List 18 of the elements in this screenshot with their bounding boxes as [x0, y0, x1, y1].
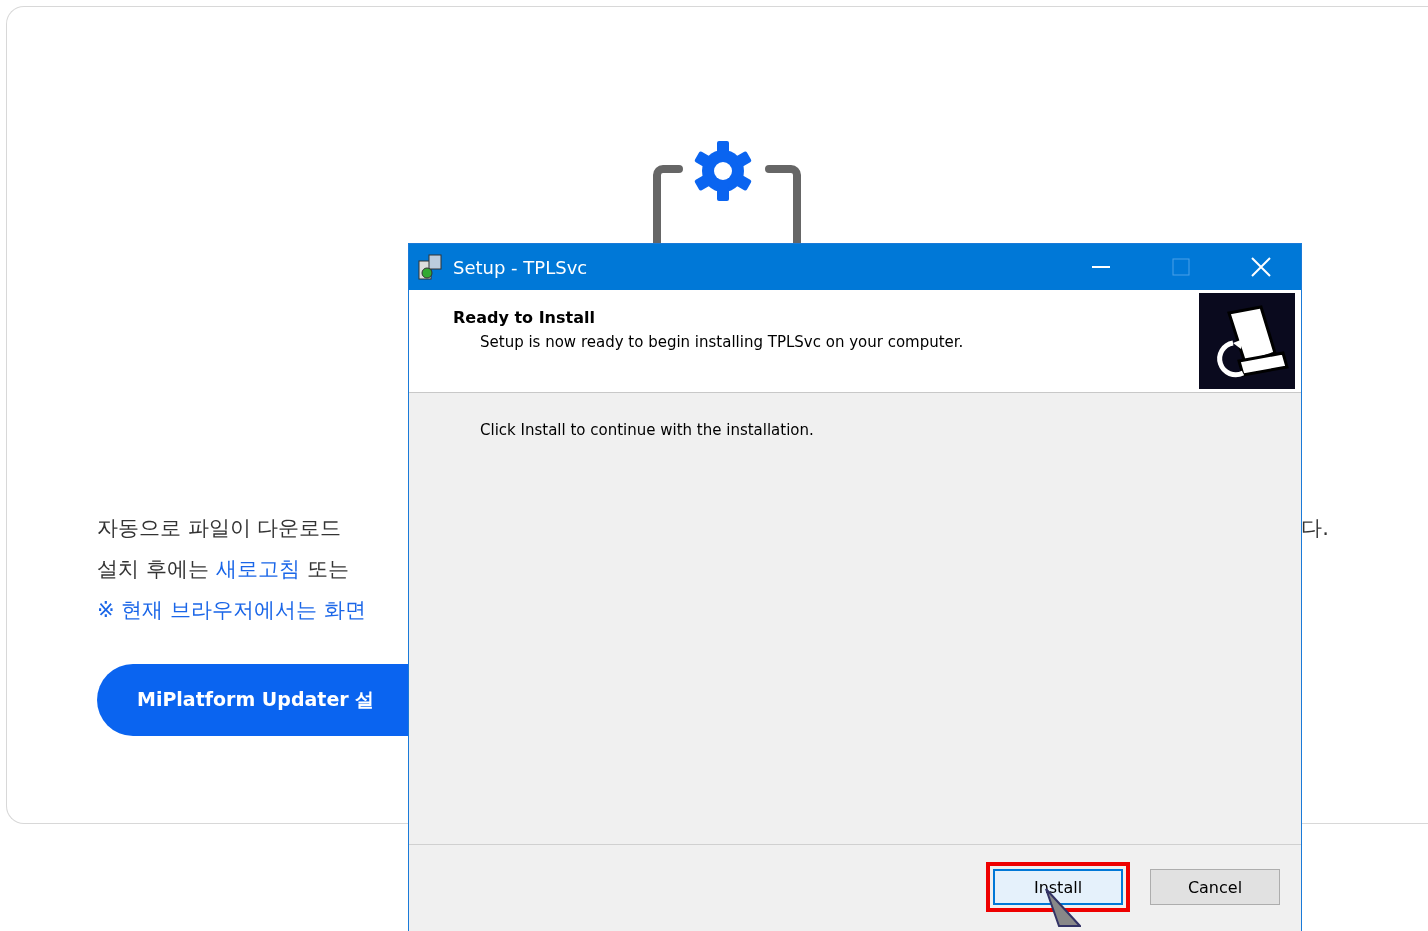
- install-button[interactable]: Install: [993, 869, 1123, 905]
- window-title: Setup - TPLSvc: [453, 256, 589, 278]
- minimize-icon: [1092, 266, 1110, 268]
- install-updater-button[interactable]: MiPlatform Updater 설: [97, 664, 409, 736]
- page-subheading: Setup is now ready to begin installing TPLSvc on your computer.: [479, 333, 965, 351]
- refresh-link[interactable]: 새로고침: [215, 554, 300, 583]
- cancel-button[interactable]: Cancel: [1150, 869, 1280, 905]
- instruction-text-end: 다.: [1301, 514, 1329, 542]
- maximize-icon: [1172, 258, 1190, 276]
- setup-app-icon: [417, 253, 445, 281]
- computer-install-icon: [1199, 293, 1295, 389]
- notice-text: ※ 현재 브라우저에서는 화면: [97, 596, 366, 624]
- close-icon: [1251, 257, 1271, 277]
- instruction-text: Click Install to continue with the installation.: [480, 421, 814, 439]
- instruction-text: 자동으로 파일이 다운로드: [97, 514, 342, 542]
- page-heading: Ready to Install: [453, 308, 596, 327]
- instruction-text: 또는: [306, 555, 349, 583]
- instruction-text: 설치 후에는: [97, 555, 209, 583]
